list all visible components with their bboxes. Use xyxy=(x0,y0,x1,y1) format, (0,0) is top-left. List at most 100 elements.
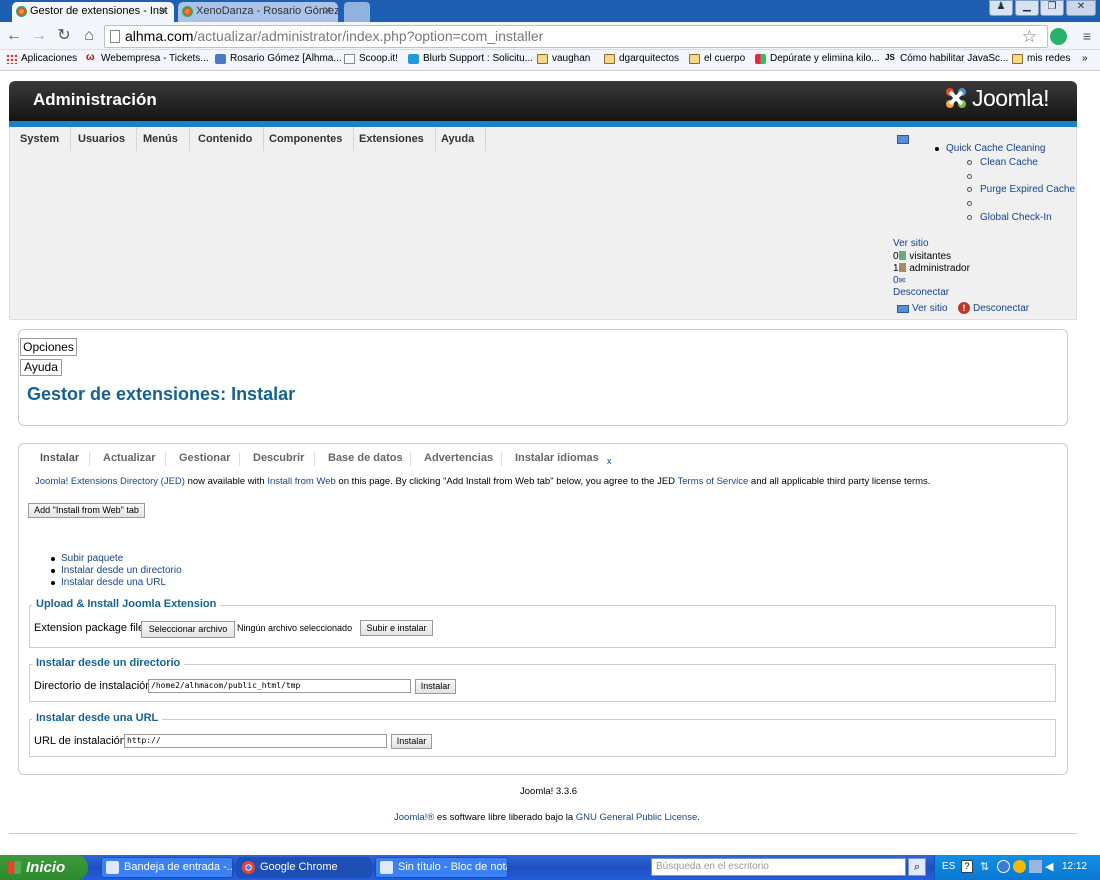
menu-usuarios[interactable]: Usuarios xyxy=(67,127,138,151)
more-bookmarks-icon[interactable]: » xyxy=(1082,53,1088,64)
tab-instalar[interactable]: Instalar xyxy=(40,452,79,464)
language-indicator[interactable]: ES xyxy=(942,861,955,872)
tab-actualizar[interactable]: Actualizar xyxy=(103,452,156,464)
method-instalar-directorio[interactable]: Instalar desde un directorio xyxy=(61,565,182,576)
user-icon[interactable]: ♟ xyxy=(989,0,1013,16)
bookmark-dgarquitectos[interactable]: dgarquitectos xyxy=(604,53,679,64)
url-input[interactable]: http:// xyxy=(124,734,387,748)
choose-file-button[interactable]: Seleccionar archivo xyxy=(141,621,235,638)
folder-icon xyxy=(689,54,700,64)
task-notepad[interactable]: Sin título - Bloc de notas xyxy=(375,857,508,878)
tab-gestor-extensiones[interactable]: Gestor de extensiones - Inst ✕ xyxy=(12,2,174,22)
menu-contenido[interactable]: Contenido xyxy=(187,127,265,151)
directory-label: Directorio de instalación xyxy=(34,680,152,692)
list-bullet xyxy=(967,160,972,165)
desktop-search-input[interactable]: Búsqueda en el escritorio xyxy=(651,858,906,876)
user-icon xyxy=(215,54,226,64)
js-icon: JS xyxy=(885,53,895,62)
options-button[interactable]: Opciones xyxy=(20,338,77,356)
ver-sitio-link[interactable]: Ver sitio xyxy=(893,238,929,249)
purge-cache-link[interactable]: Purge Expired Cache xyxy=(980,184,1075,195)
tab-base-de-datos[interactable]: Base de datos xyxy=(328,452,403,464)
close-icon[interactable]: x xyxy=(607,456,612,466)
messages-status[interactable]: 0✉ xyxy=(893,275,905,286)
tab-advertencias[interactable]: Advertencias xyxy=(424,452,493,464)
add-install-from-web-button[interactable]: Add "Install from Web" tab xyxy=(28,503,145,518)
help-button[interactable]: Ayuda xyxy=(20,359,62,376)
clock[interactable]: 12:12 xyxy=(1062,861,1087,872)
network-icon[interactable]: ⇅ xyxy=(980,860,992,873)
tray-app-icon[interactable] xyxy=(997,860,1010,873)
install-directory-button[interactable]: Instalar xyxy=(415,679,456,694)
search-icon[interactable]: ⌕ xyxy=(908,858,926,876)
tray-app-icon[interactable] xyxy=(1029,860,1042,873)
footer-license: Joomla!® es software libre liberado bajo… xyxy=(394,812,700,823)
home-icon[interactable]: ⌂ xyxy=(80,27,98,45)
maximize-button[interactable]: ❐ xyxy=(1040,0,1064,16)
install-url-button[interactable]: Instalar xyxy=(391,734,432,749)
minimize-button[interactable]: ▁ xyxy=(1015,0,1039,16)
bookmark-mis-redes[interactable]: mis redes xyxy=(1012,53,1070,64)
page-icon xyxy=(344,54,355,64)
menu-icon[interactable]: ≡ xyxy=(1078,27,1096,45)
puzzle-icon xyxy=(755,54,766,64)
no-file-selected: Ningún archivo seleccionado xyxy=(237,623,353,633)
jed-link[interactable]: Joomla! Extensions Directory (JED) xyxy=(35,476,185,487)
terms-of-service-link[interactable]: Terms of Service xyxy=(678,476,749,487)
tab-xenodanza[interactable]: XenoDanza - Rosario Gómez ✕ xyxy=(178,2,338,22)
close-tab-icon[interactable]: ✕ xyxy=(323,4,332,17)
directory-input[interactable]: /home2/alhmacom/public_html/tmp xyxy=(148,679,411,693)
list-bullet xyxy=(967,187,972,192)
bookmark-vaughan[interactable]: vaughan xyxy=(537,53,590,64)
address-bar[interactable]: alhma.com/actualizar/administrator/index… xyxy=(104,25,1048,48)
tab-divider xyxy=(89,452,90,466)
close-window-button[interactable]: ✕ xyxy=(1066,0,1096,16)
bookmark-javascript[interactable]: JS Cómo habilitar JavaSc... xyxy=(885,53,1008,64)
close-tab-icon[interactable]: ✕ xyxy=(159,4,168,17)
help-icon[interactable]: ? xyxy=(961,860,973,873)
bookmark-rosario[interactable]: Rosario Gómez [Alhma... xyxy=(215,53,342,64)
new-tab-button[interactable] xyxy=(344,2,370,22)
start-button[interactable]: Inicio xyxy=(0,855,88,880)
method-subir-paquete[interactable]: Subir paquete xyxy=(61,553,123,564)
method-instalar-url[interactable]: Instalar desde una URL xyxy=(61,577,166,588)
logout-link-top[interactable]: Desconectar xyxy=(893,287,949,298)
joomla-link[interactable]: Joomla!® xyxy=(394,812,434,823)
joomla-logo: Joomla! xyxy=(944,85,1050,112)
visitors-status: 0 visitantes xyxy=(893,251,952,262)
menu-extensiones[interactable]: Extensiones xyxy=(348,127,436,151)
ver-sitio-link-2[interactable]: Ver sitio xyxy=(912,303,948,314)
install-from-web-link[interactable]: Install from Web xyxy=(267,476,335,487)
tab-gestionar[interactable]: Gestionar xyxy=(179,452,230,464)
bookmark-el-cuerpo[interactable]: el cuerpo xyxy=(689,53,745,64)
clean-cache-link[interactable]: Clean Cache xyxy=(980,157,1038,168)
upload-install-button[interactable]: Subir e instalar xyxy=(360,620,433,636)
bookmark-blurb[interactable]: Blurb Support : Solicitu... xyxy=(408,53,533,64)
menu-system[interactable]: System xyxy=(9,127,72,151)
menu-ayuda[interactable]: Ayuda xyxy=(430,127,487,151)
reload-icon[interactable]: ↻ xyxy=(55,27,73,45)
extension-icon[interactable] xyxy=(1050,28,1067,45)
back-icon[interactable]: ← xyxy=(5,27,23,45)
gnu-license-link[interactable]: GNU General Public License xyxy=(576,812,697,823)
bookmark-star-icon[interactable]: ☆ xyxy=(1022,26,1037,47)
forward-icon[interactable]: → xyxy=(30,27,48,45)
bookmark-depurate[interactable]: Depúrate y elimina kilo... xyxy=(755,53,880,64)
menu-componentes[interactable]: Componentes xyxy=(258,127,355,151)
bookmark-webempresa[interactable]: ω Webempresa - Tickets... xyxy=(86,52,209,64)
global-checkin-link[interactable]: Global Check-In xyxy=(980,212,1052,223)
folder-icon xyxy=(604,54,615,64)
logout-link[interactable]: Desconectar xyxy=(973,303,1029,314)
quick-cache-link[interactable]: Quick Cache Cleaning xyxy=(946,143,1046,154)
menu-menus[interactable]: Menús xyxy=(132,127,190,151)
bookmark-scoopit[interactable]: Scoop.it! xyxy=(344,53,398,64)
tab-instalar-idiomas[interactable]: Instalar idiomas xyxy=(515,452,599,464)
volume-icon[interactable]: ◀ xyxy=(1045,860,1053,873)
bookmark-apps[interactable]: Aplicaciones xyxy=(6,53,77,64)
visitors-icon xyxy=(898,251,906,260)
tab-descubrir[interactable]: Descubrir xyxy=(253,452,304,464)
task-google-chrome[interactable]: Google Chrome xyxy=(237,857,371,878)
tray-app-icon[interactable] xyxy=(1013,860,1026,873)
url-label: URL de instalación xyxy=(34,735,126,747)
task-bandeja[interactable]: Bandeja de entrada -... xyxy=(101,857,233,878)
